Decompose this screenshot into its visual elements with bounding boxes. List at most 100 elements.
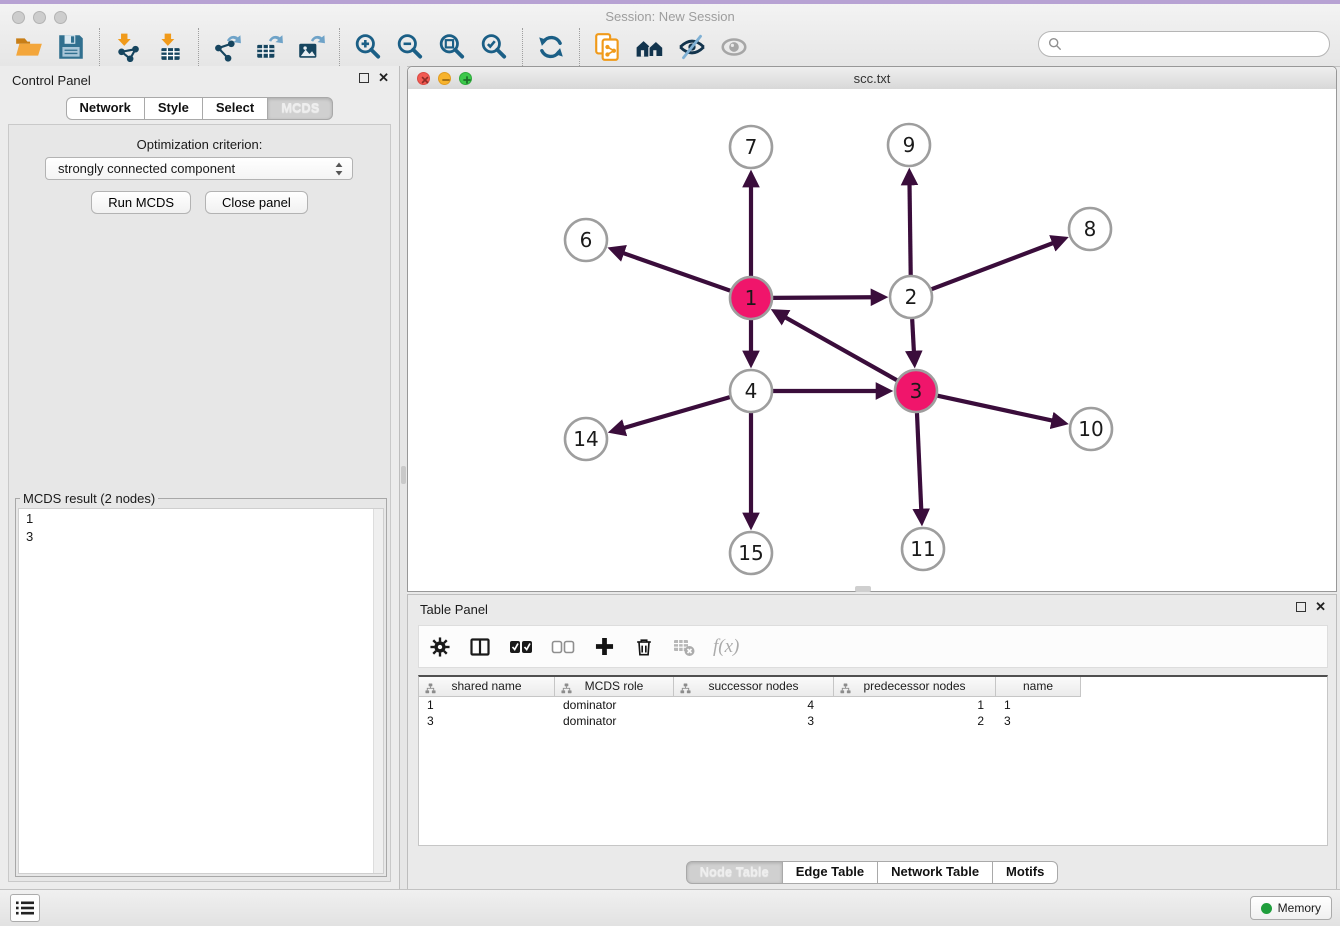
tab-network[interactable]: Network bbox=[66, 97, 145, 120]
tab-select[interactable]: Select bbox=[203, 97, 268, 120]
column-layout-button[interactable] bbox=[469, 634, 491, 660]
table-cell[interactable]: 3 bbox=[674, 713, 834, 729]
export-image-button[interactable] bbox=[296, 31, 326, 63]
table-cell[interactable]: 3 bbox=[996, 713, 1081, 729]
column-header-successor-nodes[interactable]: successor nodes bbox=[674, 677, 834, 697]
tab-edge-table[interactable]: Edge Table bbox=[783, 861, 878, 884]
edge-2-8[interactable] bbox=[932, 243, 1054, 289]
column-layout-icon bbox=[469, 636, 491, 658]
search-input[interactable] bbox=[1062, 34, 1329, 54]
delete-table-icon bbox=[673, 636, 695, 658]
import-network-button[interactable] bbox=[113, 31, 143, 63]
column-header-shared-name[interactable]: shared name bbox=[419, 677, 555, 697]
result-scrollbar[interactable] bbox=[373, 509, 383, 873]
column-header-mcds-role[interactable]: MCDS role bbox=[555, 677, 674, 697]
svg-text:9: 9 bbox=[903, 133, 916, 157]
zoom-selected-button[interactable] bbox=[479, 31, 509, 63]
column-header-predecessor-nodes[interactable]: predecessor nodes bbox=[834, 677, 996, 697]
hide-selected-button[interactable] bbox=[677, 31, 707, 63]
mcds-result-area[interactable]: 13 bbox=[18, 508, 384, 874]
run-mcds-button[interactable]: Run MCDS bbox=[91, 191, 191, 214]
graph-node-1[interactable]: 1 bbox=[730, 277, 772, 319]
graph-node-2[interactable]: 2 bbox=[890, 276, 932, 318]
network-window-title: scc.txt bbox=[408, 71, 1336, 86]
search-box[interactable] bbox=[1038, 31, 1330, 57]
column-label: MCDS role bbox=[585, 679, 644, 693]
export-table-button[interactable] bbox=[254, 31, 284, 63]
tab-mcds[interactable]: MCDS bbox=[268, 97, 333, 120]
tab-network-table[interactable]: Network Table bbox=[878, 861, 993, 884]
float-panel-icon[interactable] bbox=[359, 73, 369, 83]
table-row[interactable]: 1dominator411 bbox=[419, 697, 1327, 713]
delete-row-icon bbox=[634, 637, 654, 657]
table-cell[interactable]: 2 bbox=[834, 713, 996, 729]
graph-node-14[interactable]: 14 bbox=[565, 418, 607, 460]
graph-node-7[interactable]: 7 bbox=[730, 126, 772, 168]
deselect-all-button[interactable] bbox=[551, 634, 575, 660]
table-panel-header: Table Panel ✕ bbox=[408, 595, 1336, 623]
edge-4-14[interactable] bbox=[623, 397, 729, 428]
close-table-panel-icon[interactable]: ✕ bbox=[1315, 602, 1326, 612]
memory-button[interactable]: Memory bbox=[1250, 896, 1332, 920]
mcds-result-node: 3 bbox=[26, 528, 373, 546]
zoom-in-button[interactable] bbox=[353, 31, 383, 63]
criterion-select[interactable]: strongly connected component bbox=[45, 157, 353, 180]
new-network-from-selection-icon bbox=[593, 32, 623, 62]
edge-2-3[interactable] bbox=[912, 319, 914, 352]
edge-1-2[interactable] bbox=[773, 297, 872, 298]
status-menu-button[interactable] bbox=[10, 894, 40, 922]
tab-motifs[interactable]: Motifs bbox=[993, 861, 1058, 884]
settings-button[interactable] bbox=[429, 634, 451, 660]
graph-node-11[interactable]: 11 bbox=[902, 528, 944, 570]
edge-3-1[interactable] bbox=[785, 317, 897, 380]
first-neighbors-button[interactable] bbox=[635, 31, 665, 63]
edge-3-11[interactable] bbox=[917, 413, 921, 510]
graph-node-15[interactable]: 15 bbox=[730, 532, 772, 574]
network-window-titlebar[interactable]: scc.txt bbox=[408, 67, 1336, 90]
zoom-out-button[interactable] bbox=[395, 31, 425, 63]
graph-node-10[interactable]: 10 bbox=[1070, 408, 1112, 450]
open-session-button[interactable] bbox=[14, 31, 44, 63]
table-cell[interactable]: 1 bbox=[996, 697, 1081, 713]
mcds-panel: Optimization criterion: strongly connect… bbox=[8, 124, 391, 882]
edge-2-9[interactable] bbox=[910, 184, 911, 275]
graph-node-9[interactable]: 9 bbox=[888, 124, 930, 166]
horizontal-splitter-handle[interactable] bbox=[855, 586, 871, 592]
splitter-handle[interactable] bbox=[401, 466, 406, 484]
edge-3-10[interactable] bbox=[937, 396, 1052, 421]
table-row[interactable]: 3dominator323 bbox=[419, 713, 1327, 729]
tab-style[interactable]: Style bbox=[145, 97, 203, 120]
graph-node-6[interactable]: 6 bbox=[565, 219, 607, 261]
graph-node-8[interactable]: 8 bbox=[1069, 208, 1111, 250]
delete-row-button[interactable] bbox=[633, 634, 655, 660]
refresh-button[interactable] bbox=[536, 31, 566, 63]
export-network-button[interactable] bbox=[212, 31, 242, 63]
first-neighbors-icon bbox=[635, 32, 665, 62]
column-header-name[interactable]: name bbox=[996, 677, 1081, 697]
show-all-button bbox=[719, 31, 749, 63]
optimization-criterion-label: Optimization criterion: bbox=[9, 137, 390, 152]
mcds-result-node: 1 bbox=[26, 510, 373, 528]
graph-node-3[interactable]: 3 bbox=[895, 370, 937, 412]
table-cell[interactable]: 3 bbox=[419, 713, 555, 729]
graph-node-4[interactable]: 4 bbox=[730, 370, 772, 412]
select-all-button[interactable] bbox=[509, 634, 533, 660]
table-cell[interactable]: 1 bbox=[834, 697, 996, 713]
import-table-button[interactable] bbox=[155, 31, 185, 63]
table-cell[interactable]: dominator bbox=[555, 713, 674, 729]
table-cell[interactable]: 1 bbox=[419, 697, 555, 713]
zoom-fit-button[interactable] bbox=[437, 31, 467, 63]
close-panel-button[interactable]: Close panel bbox=[205, 191, 308, 214]
float-table-panel-icon[interactable] bbox=[1296, 602, 1306, 612]
edge-1-6[interactable] bbox=[623, 253, 730, 291]
save-session-button[interactable] bbox=[56, 31, 86, 63]
table-cell[interactable]: 4 bbox=[674, 697, 834, 713]
vertical-splitter[interactable] bbox=[400, 66, 407, 890]
close-panel-icon[interactable]: ✕ bbox=[378, 73, 389, 83]
new-network-from-selection-button[interactable] bbox=[593, 31, 623, 63]
table-cell[interactable]: dominator bbox=[555, 697, 674, 713]
add-row-button[interactable] bbox=[593, 634, 615, 660]
tab-node-table[interactable]: Node Table bbox=[686, 861, 783, 884]
network-canvas[interactable]: 7 9 6 8 1 2 4 3 14 10 15 11 bbox=[408, 89, 1336, 591]
control-panel-tabs: NetworkStyleSelectMCDS bbox=[0, 97, 399, 120]
